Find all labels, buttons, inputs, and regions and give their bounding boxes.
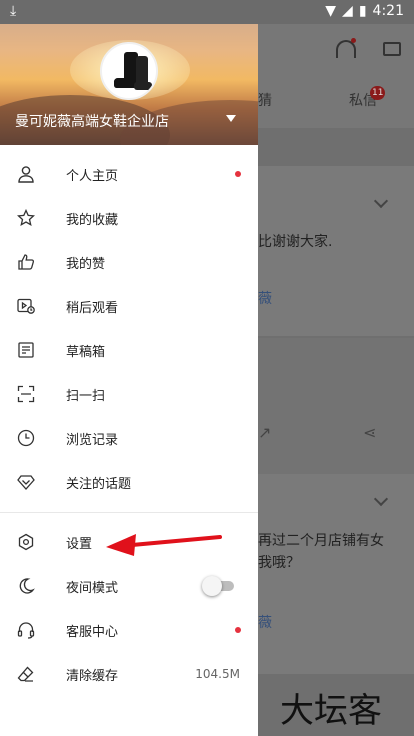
background-page: 猜 私信 11 比谢谢大家. 薇 ↗ ⋖ 再过二个月店铺有女 我哦？ 薇 <box>258 24 414 736</box>
drafts-icon <box>18 342 34 358</box>
scan-icon <box>17 385 35 403</box>
status-bar: ⤓ ▼ ◢ ▮ 4:21 <box>0 0 414 24</box>
battery-icon: ▮ <box>358 3 367 19</box>
eraser-icon <box>17 666 34 682</box>
menu-item-night-mode[interactable]: 夜间模式 <box>0 564 258 608</box>
person-icon <box>18 166 34 183</box>
menu-item-drafts[interactable]: 草稿箱 <box>0 328 258 372</box>
avatar[interactable] <box>100 42 158 100</box>
clock-icon <box>17 429 35 447</box>
menu-item-history[interactable]: 浏览记录 <box>0 416 258 460</box>
watermark-logo: 大坛客 <box>280 691 382 731</box>
download-icon: ⤓ <box>10 3 17 19</box>
diamond-icon <box>17 475 35 490</box>
menu-item-customer-service[interactable]: 客服中心 <box>0 608 258 652</box>
headset-icon <box>17 622 35 639</box>
notification-dot <box>235 171 241 177</box>
drawer-menu-main: 个人主页 我的收藏 我的赞 稍后观看 草稿箱 扫一扫 浏览记录 关注的话题 <box>0 152 258 504</box>
share-icon: ⋖ <box>363 423 377 442</box>
chevron-down-icon <box>373 193 389 209</box>
signal-icon: ◢ <box>342 3 353 19</box>
menu-item-clear-cache[interactable]: 清除缓存 104.5M <box>0 652 258 696</box>
menu-item-topics[interactable]: 关注的话题 <box>0 460 258 504</box>
caret-down-icon[interactable] <box>226 115 236 122</box>
menu-item-favorites[interactable]: 我的收藏 <box>0 196 258 240</box>
share-external-icon: ↗ <box>258 423 272 442</box>
chevron-down-icon <box>373 491 389 507</box>
night-mode-toggle[interactable] <box>202 576 234 596</box>
thumb-up-icon <box>18 254 35 270</box>
notification-dot <box>235 627 241 633</box>
annotation-arrow-icon <box>106 534 222 556</box>
tab-left: 猜 <box>258 93 272 109</box>
cache-size: 104.5M <box>195 667 240 681</box>
message-badge: 11 <box>370 86 386 100</box>
menu-item-likes[interactable]: 我的赞 <box>0 240 258 284</box>
post-card: 比谢谢大家. 薇 <box>258 166 414 336</box>
menu-divider <box>0 512 258 513</box>
menu-item-watch-later[interactable]: 稍后观看 <box>0 284 258 328</box>
shop-name[interactable]: 曼可妮薇高端女鞋企业店 <box>15 111 169 131</box>
wifi-icon: ▼ <box>325 3 337 19</box>
moon-icon <box>19 578 35 594</box>
menu-item-scan[interactable]: 扫一扫 <box>0 372 258 416</box>
mail-icon <box>383 42 401 56</box>
status-time: 4:21 <box>372 3 404 19</box>
notification-dot <box>351 38 356 43</box>
watch-later-icon <box>17 298 35 314</box>
settings-icon <box>18 533 34 551</box>
post-card: 再过二个月店铺有女 我哦？ 薇 <box>258 474 414 674</box>
star-icon <box>17 209 35 227</box>
menu-item-profile[interactable]: 个人主页 <box>0 152 258 196</box>
navigation-drawer: 曼可妮薇高端女鞋企业店 个人主页 我的收藏 我的赞 稍后观看 草稿箱 扫一扫 浏… <box>0 0 258 736</box>
